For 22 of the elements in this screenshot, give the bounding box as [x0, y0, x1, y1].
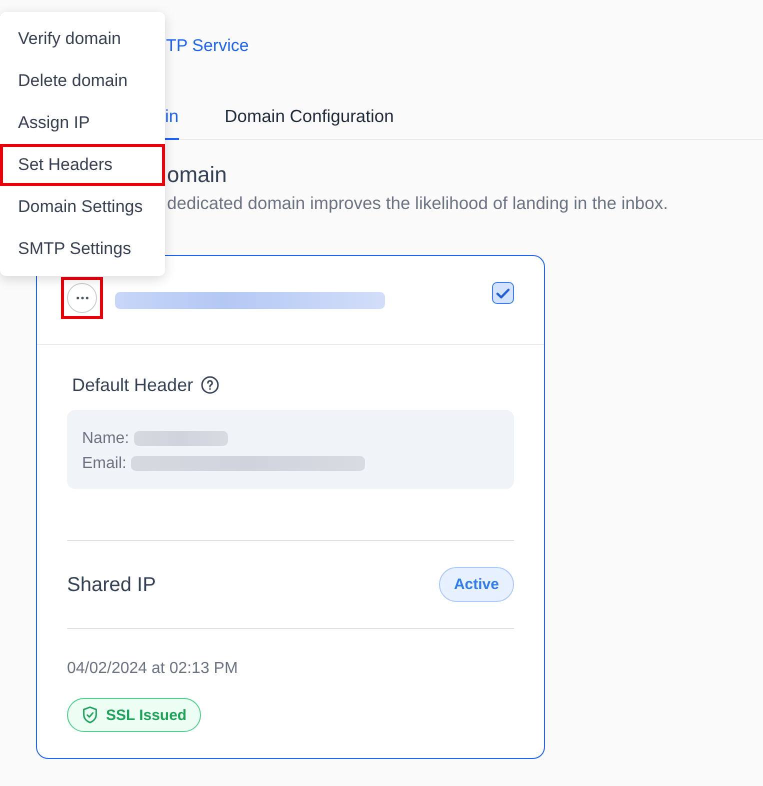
- section-description: dedicated domain improves the likelihood of landing in the inbox.: [167, 192, 668, 214]
- menu-item[interactable]: Delete domain: [0, 60, 165, 102]
- ssl-badge-label: SSL Issued: [106, 706, 187, 724]
- field-label: Email:: [82, 454, 126, 474]
- checkbox[interactable]: [492, 282, 514, 304]
- menu-item[interactable]: SMTP Settings: [0, 228, 165, 270]
- status-badge: Active: [438, 567, 514, 602]
- check-icon: [496, 288, 510, 298]
- menu-item[interactable]: Verify domain: [0, 18, 165, 60]
- timestamp: 04/02/2024 at 02:13 PM: [67, 659, 238, 679]
- default-header-title: Default Header: [72, 374, 194, 396]
- ip-type-label: Shared IP: [67, 572, 156, 596]
- help-icon[interactable]: [201, 376, 220, 394]
- menu-item[interactable]: Set Headers: [0, 144, 165, 186]
- tab[interactable]: Domain Configuration: [224, 106, 394, 140]
- breadcrumb-link[interactable]: TP Service: [165, 36, 249, 56]
- section-title: omain: [167, 162, 227, 188]
- ellipsis-icon: [76, 296, 88, 300]
- field-label: Name:: [82, 429, 130, 449]
- shield-check-icon: [82, 706, 98, 724]
- menu-item[interactable]: Domain Settings: [0, 186, 165, 228]
- menu-item[interactable]: Assign IP: [0, 102, 165, 144]
